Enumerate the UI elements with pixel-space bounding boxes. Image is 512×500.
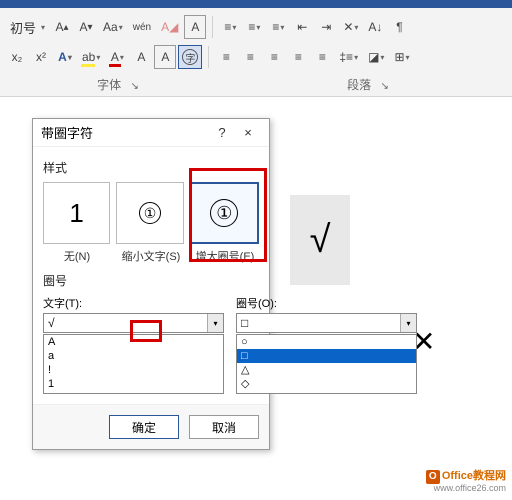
ribbon: 初号▾ A▴ A▾ Aa▾ wén A◢ A ≡▾ ≡▾ ≡▾ ⇤ ⇥ ✕▾ A… (0, 8, 512, 97)
font-group-expand[interactable]: ↘ (124, 81, 144, 92)
char-border-button[interactable]: A (184, 15, 206, 39)
list-item[interactable]: 1 (44, 377, 223, 391)
style-enlarge-label: 增大圈号(E) (191, 248, 259, 264)
multilevel-button[interactable]: ≡▾ (267, 15, 289, 39)
ring-combo-dropdown[interactable]: ▾ (400, 314, 416, 332)
phonetic-guide-button[interactable]: wén (129, 15, 155, 39)
ring-field-label: 圈号(O): (236, 295, 417, 311)
shading-button[interactable]: ◪▾ (364, 45, 388, 69)
borders-button[interactable]: ⊞▾ (390, 45, 413, 69)
grow-font-button[interactable]: A▴ (51, 15, 73, 39)
cancel-button[interactable]: 取消 (189, 415, 259, 439)
list-item[interactable]: ! (44, 363, 223, 377)
decrease-indent-button[interactable]: ⇤ (291, 15, 313, 39)
bullets-button[interactable]: ≡▾ (219, 15, 241, 39)
watermark: OOffice教程网 www.office26.com (426, 470, 506, 494)
font-size-select[interactable]: 初号▾ (6, 18, 49, 37)
ok-button[interactable]: 确定 (109, 415, 179, 439)
numbering-button[interactable]: ≡▾ (243, 15, 265, 39)
list-item[interactable]: A (44, 335, 223, 349)
enclose-char-button[interactable]: 字 (178, 45, 202, 69)
align-left-button[interactable]: ≡ (215, 45, 237, 69)
ring-listbox[interactable]: ○ □ △ ◇ (236, 334, 417, 394)
line-spacing-button[interactable]: ‡≡▾ (335, 45, 362, 69)
dialog-buttons: 确定 取消 (33, 404, 269, 449)
text-listbox[interactable]: A a ! 1 (43, 334, 224, 394)
list-item[interactable]: ◇ (237, 377, 416, 391)
doc-selection-preview: √ (290, 195, 350, 285)
watermark-icon: O (426, 470, 440, 484)
list-item[interactable]: a (44, 349, 223, 363)
separator (208, 46, 209, 68)
style-enlarge[interactable]: ① (190, 182, 259, 244)
sort-button[interactable]: A↓ (364, 15, 386, 39)
justify-button[interactable]: ≡ (287, 45, 309, 69)
list-item[interactable]: △ (237, 363, 416, 377)
align-right-button[interactable]: ≡ (263, 45, 285, 69)
separator (212, 16, 213, 38)
text-field-label: 文字(T): (43, 295, 224, 311)
superscript-button[interactable]: x² (30, 45, 52, 69)
style-shrink-label: 缩小文字(S) (117, 248, 185, 264)
style-shrink-preview: ① (139, 202, 161, 224)
ring-combo[interactable]: ▾ (236, 313, 417, 333)
highlight-button[interactable]: ab▾ (78, 45, 104, 69)
text-combo[interactable]: ▾ (43, 313, 224, 333)
list-item[interactable]: □ (237, 349, 416, 363)
list-item[interactable]: ○ (237, 335, 416, 349)
style-labels: 无(N) 缩小文字(S) 增大圈号(E) (43, 248, 259, 264)
distribute-button[interactable]: ≡ (311, 45, 333, 69)
font-group-label: 字体 ↘ (6, 76, 236, 93)
font-color-button[interactable]: A▾ (106, 45, 128, 69)
watermark-brand: Office教程网 (442, 470, 506, 482)
field-row: 文字(T): ▾ A a ! 1 圈号(O): ▾ (43, 295, 259, 394)
char-border-button-2[interactable]: A (154, 45, 176, 69)
ring-section-label: 圈号 (43, 272, 259, 289)
style-enlarge-preview: ① (210, 199, 238, 227)
close-button[interactable]: × (235, 125, 261, 140)
shrink-font-button[interactable]: A▾ (75, 15, 97, 39)
char-shading-button[interactable]: A (130, 45, 152, 69)
style-section-label: 样式 (43, 159, 259, 176)
text-combo-dropdown[interactable]: ▾ (207, 314, 223, 332)
ring-field-col: 圈号(O): ▾ ○ □ △ ◇ (236, 295, 417, 394)
watermark-url: www.office26.com (426, 484, 506, 494)
increase-indent-button[interactable]: ⇥ (315, 15, 337, 39)
change-case-button[interactable]: Aa▾ (99, 15, 127, 39)
font-size-label: 初号 (10, 18, 36, 37)
ribbon-row-1: 初号▾ A▴ A▾ Aa▾ wén A◢ A ≡▾ ≡▾ ≡▾ ⇤ ⇥ ✕▾ A… (6, 12, 506, 42)
align-center-button[interactable]: ≡ (239, 45, 261, 69)
text-input[interactable] (44, 314, 207, 332)
dialog-title: 带圈字符 (41, 123, 209, 142)
asian-layout-button[interactable]: ✕▾ (339, 15, 362, 39)
paragraph-group-expand[interactable]: ↘ (374, 81, 394, 92)
help-button[interactable]: ? (209, 125, 235, 140)
style-shrink[interactable]: ① (116, 182, 183, 244)
enclose-char-dialog: 带圈字符 ? × 样式 1 ① ① 无(N) 缩小文字(S) 增大圈号(E) 圈… (32, 118, 270, 450)
style-options: 1 ① ① (43, 182, 259, 244)
style-none-preview: 1 (69, 198, 83, 229)
dialog-titlebar: 带圈字符 ? × (33, 119, 269, 147)
clear-format-button[interactable]: A◢ (157, 15, 182, 39)
text-field-col: 文字(T): ▾ A a ! 1 (43, 295, 224, 394)
ribbon-row-2: x₂ x² A▾ ab▾ A▾ A A 字 ≡ ≡ ≡ ≡ ≡ ‡≡▾ ◪▾ ⊞… (6, 42, 506, 72)
style-none[interactable]: 1 (43, 182, 110, 244)
text-effects-button[interactable]: A▾ (54, 45, 76, 69)
dialog-body: 样式 1 ① ① 无(N) 缩小文字(S) 增大圈号(E) 圈号 文字(T): … (33, 147, 269, 404)
subscript-button[interactable]: x₂ (6, 45, 28, 69)
group-labels: 字体 ↘ 段落 ↘ (6, 72, 506, 96)
show-marks-button[interactable]: ¶ (388, 15, 410, 39)
paragraph-group-label: 段落 ↘ (236, 76, 506, 93)
style-none-label: 无(N) (43, 248, 111, 264)
ring-input[interactable] (237, 314, 400, 332)
title-bar (0, 0, 512, 8)
